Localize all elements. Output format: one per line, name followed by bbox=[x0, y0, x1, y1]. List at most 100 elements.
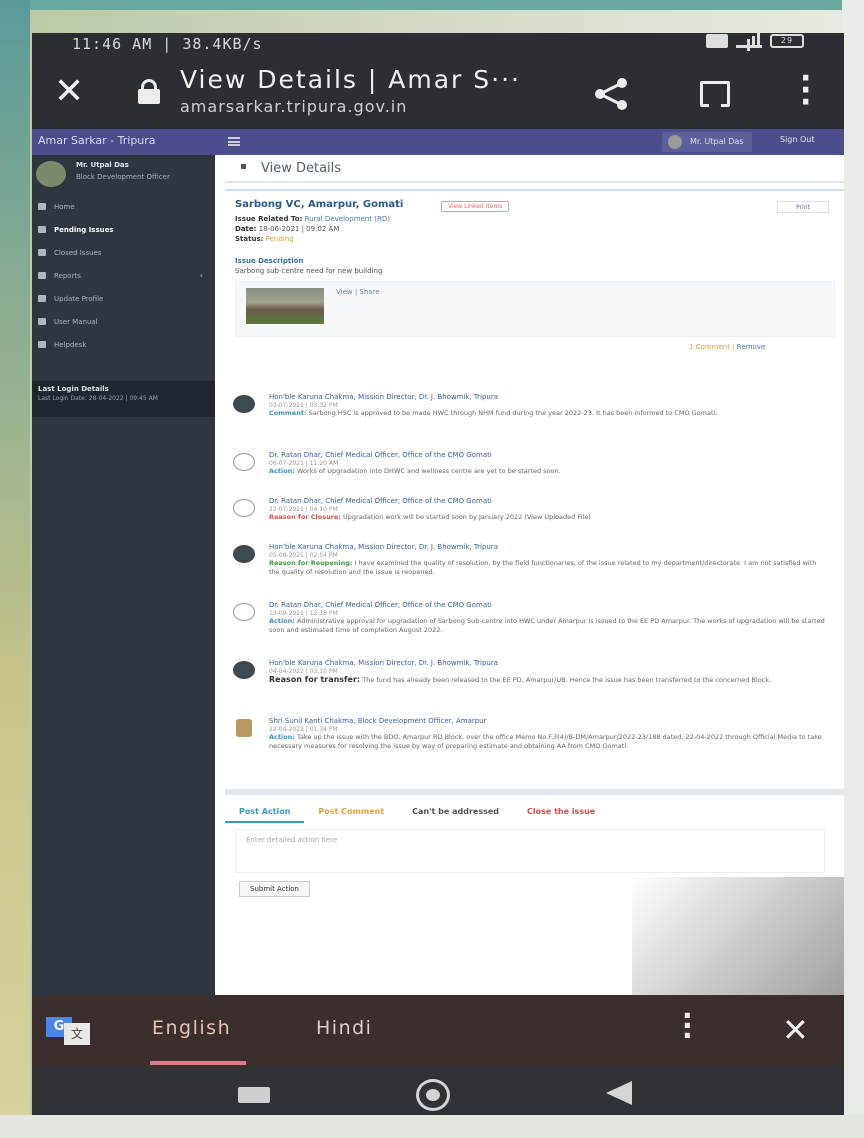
home-icon bbox=[38, 203, 46, 210]
language-english[interactable]: English bbox=[152, 1017, 231, 1039]
sidebar-item-closed-issues[interactable]: Closed Issues bbox=[32, 241, 215, 264]
timeline-label: Action: bbox=[269, 617, 295, 625]
sign-out-link[interactable]: Sign Out bbox=[780, 135, 815, 144]
book-icon bbox=[38, 318, 46, 325]
divider bbox=[225, 189, 844, 191]
sidebar-menu: Home Pending Issues Closed Issues Report… bbox=[32, 195, 215, 356]
description-text: Sarbong sub-centre need for new building bbox=[235, 267, 383, 275]
photo-top-edge bbox=[0, 0, 864, 10]
lock-icon[interactable] bbox=[136, 79, 162, 105]
print-button[interactable]: Print bbox=[777, 201, 829, 213]
sidebar-user-office: Block Development Officer bbox=[76, 173, 170, 181]
sidebar-item-update-profile[interactable]: Update Profile bbox=[32, 287, 215, 310]
recent-apps-icon[interactable] bbox=[238, 1087, 270, 1103]
more-options-icon[interactable]: · · · bbox=[800, 64, 811, 118]
photo-bottom-edge bbox=[0, 1115, 864, 1138]
timeline-body: Action: Administrative approval for upgr… bbox=[269, 617, 829, 635]
avatar bbox=[236, 719, 252, 737]
timeline-date: 13-09-2021 | 12:18 PM bbox=[269, 610, 338, 617]
active-language-indicator bbox=[150, 1061, 246, 1065]
sidebar-item-pending-issues[interactable]: Pending Issues bbox=[32, 218, 215, 241]
timeline-author[interactable]: Shri Sunil Kanti Chakma, Block Developme… bbox=[269, 717, 487, 725]
language-hindi[interactable]: Hindi bbox=[316, 1017, 372, 1039]
timeline-label: Action: bbox=[269, 467, 295, 475]
last-login-heading: Last Login Details bbox=[38, 385, 109, 393]
comment-remove-links: 1 Comment | Remove bbox=[689, 343, 766, 351]
breadcrumb-label: View Details bbox=[261, 161, 342, 176]
tab-post-comment[interactable]: Post Comment bbox=[304, 799, 398, 823]
issue-card: Sarbong VC, Amarpur, Gomati View Linked … bbox=[229, 197, 835, 373]
clock-icon bbox=[38, 226, 46, 233]
photo-left-edge bbox=[0, 0, 30, 1138]
tab-close-issue[interactable]: Close the issue bbox=[513, 799, 609, 823]
timeline-body: Comment: Sarbong HSC is approved to be m… bbox=[269, 409, 829, 418]
attachment-thumbnail[interactable] bbox=[246, 288, 324, 324]
timeline-label: Reason for Closure: bbox=[269, 513, 341, 521]
photo-right-edge bbox=[842, 0, 864, 1138]
photo-glare bbox=[632, 877, 844, 995]
timeline-entry: Hon'ble Karuna Chakma, Mission Director,… bbox=[229, 657, 835, 715]
sidebar-item-label: User Manual bbox=[54, 317, 98, 326]
user-chip[interactable]: Mr. Utpal Das bbox=[662, 132, 752, 152]
page-url[interactable]: amarsarkar.tripura.gov.in bbox=[180, 97, 407, 116]
avatar bbox=[233, 545, 255, 563]
timeline-text: Administrative approval for upgradation … bbox=[269, 617, 825, 634]
attachment-links[interactable]: View | Share bbox=[336, 288, 380, 296]
sidebar-item-helpdesk[interactable]: Helpdesk bbox=[32, 333, 215, 356]
sidebar-item-reports[interactable]: Reports ‹ bbox=[32, 264, 215, 287]
comment-link[interactable]: 1 Comment bbox=[689, 343, 730, 351]
share-icon[interactable] bbox=[592, 77, 632, 111]
close-icon[interactable]: ✕ bbox=[54, 74, 88, 110]
timeline-author[interactable]: Hon'ble Karuna Chakma, Mission Director,… bbox=[269, 659, 498, 667]
sidebar-item-label: Update Profile bbox=[54, 294, 104, 303]
issue-date: Date: 18-06-2021 | 09:02 AM bbox=[235, 225, 339, 233]
folder-icon bbox=[38, 249, 46, 256]
breadcrumb: View Details bbox=[225, 155, 844, 183]
issue-status: Status: Pending bbox=[235, 235, 294, 243]
avatar bbox=[233, 395, 255, 413]
timeline-author[interactable]: Hon'ble Karuna Chakma, Mission Director,… bbox=[269, 393, 498, 401]
sidebar-item-home[interactable]: Home bbox=[32, 195, 215, 218]
translate-close-icon[interactable]: ✕ bbox=[782, 1011, 809, 1049]
submit-action-button[interactable]: Submit Action bbox=[239, 881, 310, 897]
issue-date-label: Date: bbox=[235, 225, 257, 233]
remove-link[interactable]: Remove bbox=[737, 343, 765, 351]
sidebar-item-user-manual[interactable]: User Manual bbox=[32, 310, 215, 333]
hamburger-menu-icon[interactable] bbox=[228, 137, 240, 146]
timeline-text: Take up the issue with the BDO, Amarpur … bbox=[269, 733, 822, 750]
timeline-date: 05-08-2021 | 02:54 PM bbox=[269, 552, 338, 559]
avatar bbox=[36, 161, 66, 187]
status-icons: 29 bbox=[706, 33, 804, 48]
bullet-icon bbox=[241, 164, 246, 169]
home-button-icon[interactable] bbox=[416, 1079, 450, 1111]
timeline-author[interactable]: Dr. Ratan Dhar, Chief Medical Officer, O… bbox=[269, 451, 492, 459]
volte-icon bbox=[706, 34, 728, 48]
view-linked-items-button[interactable]: View Linked Items bbox=[441, 201, 510, 212]
timeline-author[interactable]: Dr. Ratan Dhar, Chief Medical Officer, O… bbox=[269, 497, 492, 505]
timeline-date: 22-04-2022 | 01:34 PM bbox=[269, 726, 338, 733]
avatar bbox=[233, 603, 255, 621]
main-content: View Details Sarbong VC, Amarpur, Gomati… bbox=[215, 155, 844, 999]
timeline-author[interactable]: Hon'ble Karuna Chakma, Mission Director,… bbox=[269, 543, 498, 551]
site-brand[interactable]: Amar Sarkar - Tripura bbox=[38, 134, 156, 147]
sidebar: Mr. Utpal Das Block Development Officer … bbox=[32, 155, 215, 999]
google-translate-icon[interactable]: G文 bbox=[46, 1017, 92, 1045]
description-heading: Issue Description bbox=[235, 257, 304, 265]
timeline-date: 06-07-2021 | 11:20 AM bbox=[269, 460, 339, 467]
translate-more-icon[interactable]: · · · bbox=[682, 1002, 693, 1050]
help-icon bbox=[38, 341, 46, 348]
action-textarea[interactable]: Enter detailed action here bbox=[235, 829, 825, 873]
timeline-author[interactable]: Dr. Ratan Dhar, Chief Medical Officer, O… bbox=[269, 601, 492, 609]
issue-timeline: Hon'ble Karuna Chakma, Mission Director,… bbox=[229, 391, 835, 773]
bookmark-icon[interactable] bbox=[700, 81, 730, 107]
timeline-text: The fund has already been released to th… bbox=[362, 676, 772, 684]
issue-title: Sarbong VC, Amarpur, Gomati bbox=[235, 199, 404, 210]
timeline-text: Sarbong HSC is approved to be made HWC t… bbox=[308, 409, 718, 417]
timeline-date: 04-04-2022 | 03:10 PM bbox=[269, 668, 338, 675]
tab-cant-be-addressed[interactable]: Can't be addressed bbox=[398, 799, 513, 823]
tab-post-action[interactable]: Post Action bbox=[225, 799, 305, 823]
timeline-label: Action: bbox=[269, 733, 295, 741]
timeline-body: Reason for Closure: Upgradation work wil… bbox=[269, 513, 829, 522]
back-icon[interactable] bbox=[606, 1081, 632, 1105]
sidebar-item-label: Pending Issues bbox=[54, 225, 114, 234]
